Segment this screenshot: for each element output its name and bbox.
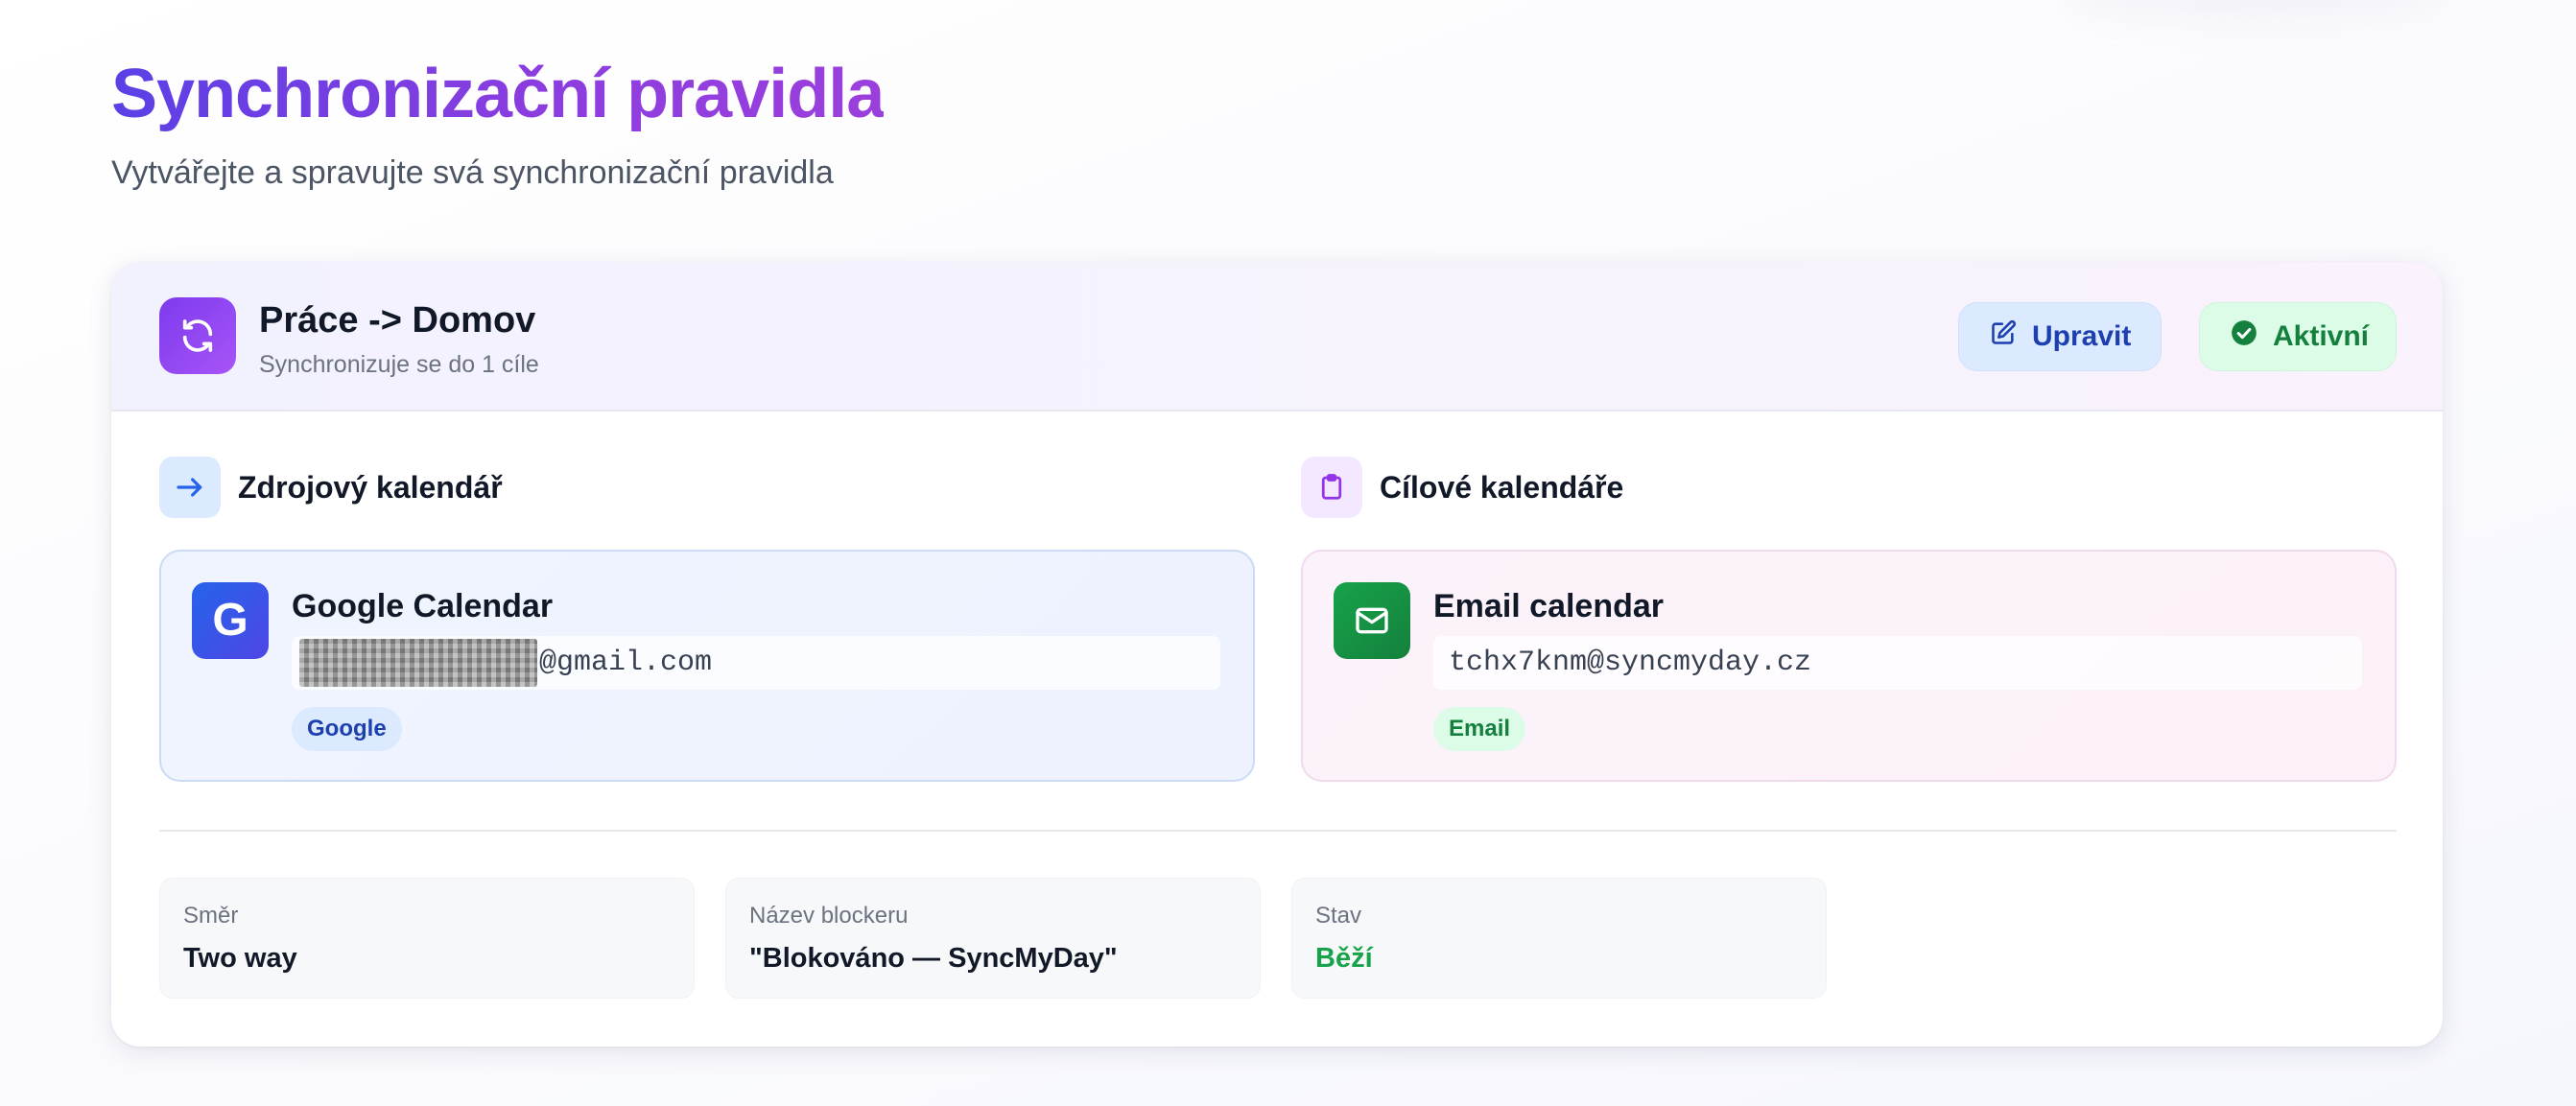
rule-subtitle: Synchronizuje se do 1 cíle <box>259 351 539 378</box>
target-provider-badge: Email <box>1433 707 1526 751</box>
source-calendar-name: Google Calendar <box>292 588 554 624</box>
edit-button-label: Upravit <box>2032 320 2132 352</box>
target-section-label: Cílové kalendáře <box>1380 469 1624 505</box>
page-subtitle: Vytvářejte a spravujte svá synchronizačn… <box>111 154 834 191</box>
blocker-name-value: "Blokováno — SyncMyDay" <box>749 943 1118 974</box>
arrow-right-icon <box>159 457 221 518</box>
direction-value: Two way <box>183 943 297 974</box>
target-calendar-email: tchx7knm@syncmyday.cz <box>1433 636 2362 690</box>
check-circle-icon <box>2231 319 2257 354</box>
edit-button[interactable]: Upravit <box>1958 302 2162 371</box>
rule-header: Práce -> Domov Synchronizuje se do 1 cíl… <box>111 262 2443 412</box>
target-calendar-name: Email calendar <box>1433 588 1665 624</box>
source-provider-badge: Google <box>292 707 402 751</box>
blocker-name-info: Název blockeru "Blokováno — SyncMyDay" <box>725 878 1261 999</box>
page-header: Synchronizační pravidla Vytvářejte a spr… <box>111 50 2445 194</box>
direction-label: Směr <box>183 903 239 929</box>
direction-info: Směr Two way <box>159 878 695 999</box>
active-status-button[interactable]: Aktivní <box>2199 302 2397 371</box>
source-email-domain: @gmail.com <box>539 647 713 679</box>
sync-rule-card: Práce -> Domov Synchronizuje se do 1 cíl… <box>111 262 2443 1047</box>
source-section-header: Zdrojový kalendář <box>159 457 503 518</box>
target-calendar-card[interactable]: Email calendar tchx7knm@syncmyday.cz Ema… <box>1301 550 2397 782</box>
redacted-email-username <box>299 639 537 687</box>
background-glow <box>2063 0 2446 19</box>
sync-icon <box>159 297 236 374</box>
google-logo-icon: G <box>192 582 269 659</box>
edit-icon <box>1990 319 2017 354</box>
page-title: Synchronizační pravidla <box>111 50 885 138</box>
status-label: Stav <box>1315 903 1362 929</box>
blocker-name-label: Název blockeru <box>749 903 909 929</box>
rule-title: Práce -> Domov <box>259 300 536 341</box>
source-calendar-card[interactable]: G Google Calendar @gmail.com Google <box>159 550 1255 782</box>
section-divider <box>159 830 2397 832</box>
active-status-label: Aktivní <box>2273 320 2370 352</box>
target-section-header: Cílové kalendáře <box>1301 457 1623 518</box>
status-value: Běží <box>1315 943 1373 974</box>
source-section-label: Zdrojový kalendář <box>238 469 503 505</box>
mail-icon <box>1334 582 1410 659</box>
status-info: Stav Běží <box>1291 878 1827 999</box>
clipboard-icon <box>1301 457 1362 518</box>
source-calendar-email: @gmail.com <box>292 636 1220 690</box>
google-logo-letter: G <box>212 595 248 646</box>
